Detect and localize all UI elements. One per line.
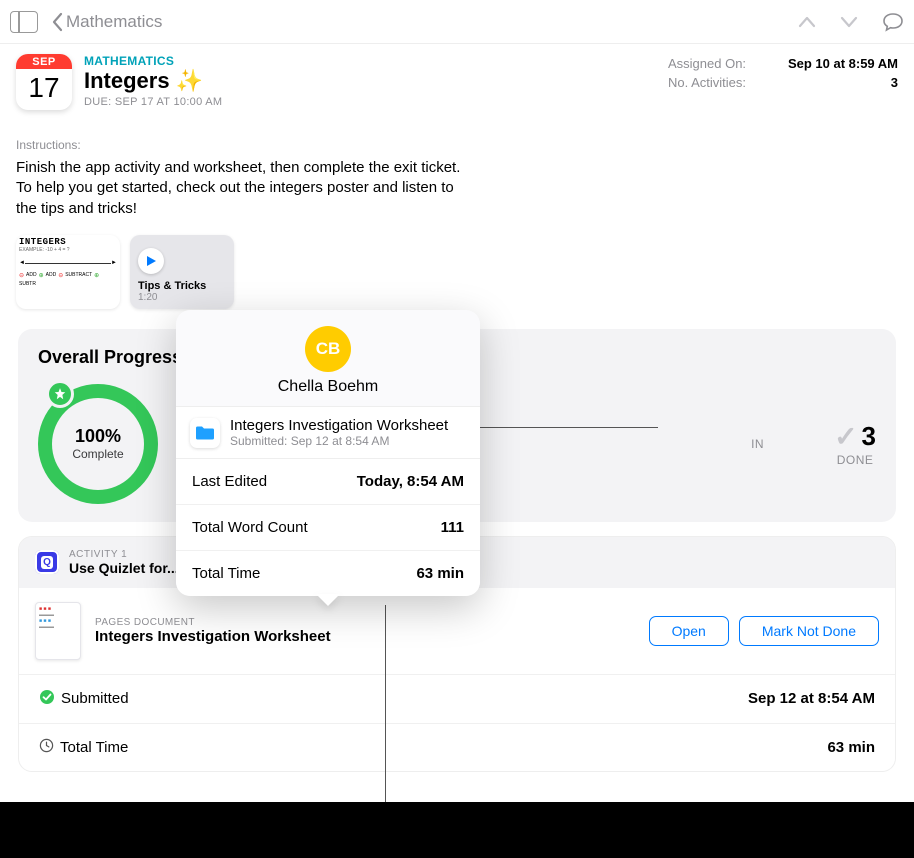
popover-word-count-label: Total Word Count [192,519,308,536]
mark-not-done-button[interactable]: Mark Not Done [739,616,879,646]
activity-title: Use Quizlet for... [69,560,179,576]
quizlet-app-icon: Q [35,550,59,574]
chevron-down-icon[interactable] [840,15,858,29]
popover-total-time-value: 63 min [416,565,464,582]
popover-word-count-row: Total Word Count 111 [176,505,480,551]
star-badge-icon [46,380,74,408]
submitted-check-icon [39,689,55,709]
progress-percent-label: Complete [72,447,123,461]
open-button[interactable]: Open [649,616,729,646]
chat-bubble-icon[interactable] [882,12,904,32]
activity-label: ACTIVITY 1 [69,549,179,560]
popover-total-time-label: Total Time [192,565,260,582]
callout-line [478,427,658,428]
top-navigation-bar: Mathematics [0,0,914,44]
popover-file-row[interactable]: Integers Investigation Worksheet Submitt… [176,406,480,459]
chevron-up-icon[interactable] [798,15,816,29]
calendar-icon: SEP 17 [16,54,72,110]
document-row: ■ ■ ■ ▬▬▬ ■ ■ ■ ▬▬▬ PAGES DOCUMENT Integ… [19,588,895,674]
popover-last-edited-row: Last Edited Today, 8:54 AM [176,459,480,505]
footer-overlay [0,802,914,858]
assignment-meta: Assigned On: Sep 10 at 8:59 AM No. Activ… [668,54,898,92]
calendar-month: SEP [16,54,72,69]
popover-file-title: Integers Investigation Worksheet [230,417,448,434]
popover-word-count-value: 111 [441,519,464,536]
sidebar-toggle-icon[interactable] [10,11,38,33]
progress-percent: 100% [75,426,121,447]
popover-last-edited-value: Today, 8:54 AM [357,473,464,490]
chevron-left-icon [50,12,64,32]
document-name: Integers Investigation Worksheet [95,628,331,645]
document-thumbnail-icon[interactable]: ■ ■ ■ ▬▬▬ ■ ■ ■ ▬▬▬ [35,602,81,660]
attachment-audio-duration: 1:20 [138,292,226,303]
attachment-audio-title: Tips & Tricks [138,280,226,292]
assignment-title: Integers ✨ [84,68,222,94]
submitted-label: Submitted [61,690,129,707]
total-time-row: Total Time 63 min [19,723,895,771]
total-time-value: 63 min [827,739,875,756]
student-name: Chella Boehm [176,378,480,396]
instructions-text: Finish the app activity and worksheet, t… [16,158,476,219]
back-label: Mathematics [66,12,162,32]
assigned-on-value: Sep 10 at 8:59 AM [788,56,898,71]
attachment-poster[interactable]: INTEGERS EXAMPLE: -10 + 4 = ? ◄► ⊖ADD ⊕A… [16,235,120,309]
student-progress-popover: CB Chella Boehm Integers Investigation W… [176,310,480,596]
attachment-audio[interactable]: Tips & Tricks 1:20 [130,235,234,309]
assignment-due: DUE: SEP 17 AT 10:00 AM [84,96,222,108]
student-avatar: CB [305,326,351,372]
assigned-on-label: Assigned On: [668,56,746,71]
checkmark-icon: ✓ [834,420,857,453]
instructions-label: Instructions: [16,138,898,152]
popover-last-edited-label: Last Edited [192,473,267,490]
calendar-day: 17 [16,69,72,107]
popover-total-time-row: Total Time 63 min [176,551,480,596]
progress-stat-done: ✓3 DONE [834,420,876,467]
back-button[interactable]: Mathematics [50,12,162,32]
progress-donut: 100% Complete [38,384,158,504]
submitted-row: Submitted Sep 12 at 8:54 AM [19,674,895,723]
progress-stat-in: IN [751,437,764,451]
assignment-header: SEP 17 MATHEMATICS Integers ✨ DUE: SEP 1… [16,54,898,110]
assignment-category: MATHEMATICS [84,54,222,68]
play-icon [138,248,164,274]
clock-icon [39,738,54,757]
document-type-label: PAGES DOCUMENT [95,617,331,628]
folder-icon [190,418,220,448]
activities-count-value: 3 [891,75,898,90]
submitted-value: Sep 12 at 8:54 AM [748,690,875,707]
activities-count-label: No. Activities: [668,75,746,90]
popover-file-submitted: Submitted: Sep 12 at 8:54 AM [230,434,448,448]
sparkle-icon: ✨ [176,68,203,94]
total-time-label: Total Time [60,739,128,756]
